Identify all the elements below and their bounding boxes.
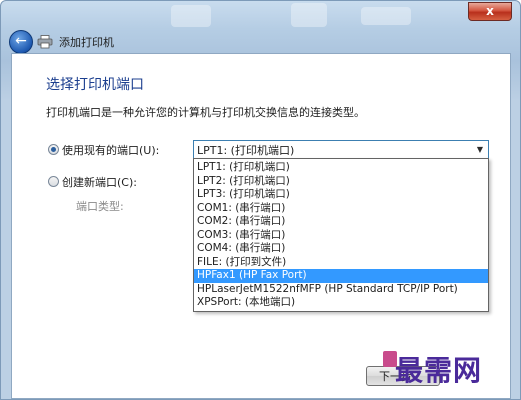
port-list-item[interactable]: COM2: (串行端口) [194, 215, 488, 229]
port-list-item[interactable]: FILE: (打印到文件) [194, 256, 488, 270]
window-title: 添加打印机 [59, 36, 114, 49]
chevron-down-icon[interactable]: ▼ [472, 141, 488, 158]
use-existing-port-label[interactable]: 使用现有的端口(U): [62, 142, 159, 158]
port-list-item[interactable]: LPT2: (打印机端口) [194, 175, 488, 189]
watermark: 最需网 [395, 354, 483, 387]
radio-selected-dot [51, 147, 56, 152]
port-list-item[interactable]: HPLaserJetM1522nfMFP (HP Standard TCP/IP… [194, 283, 488, 297]
use-existing-port-radio[interactable] [48, 144, 59, 155]
port-list-item[interactable]: COM4: (串行端口) [194, 242, 488, 256]
back-arrow-icon: ← [15, 33, 27, 49]
page-title: 选择打印机端口 [46, 77, 144, 93]
port-list-item[interactable]: HPFax1 (HP Fax Port) [194, 269, 488, 283]
close-button[interactable]: x [468, 2, 512, 21]
port-select[interactable]: LPT1: (打印机端口) ▼ [193, 140, 489, 159]
create-new-port-radio[interactable] [48, 176, 59, 187]
port-type-label: 端口类型: [76, 200, 124, 213]
create-new-port-label[interactable]: 创建新端口(C): [62, 174, 137, 190]
printer-icon [37, 35, 53, 49]
page-description: 打印机端口是一种允许您的计算机与打印机交换信息的连接类型。 [46, 106, 365, 119]
port-list-item[interactable]: LPT1: (打印机端口) [194, 161, 488, 175]
wizard-content: 选择打印机端口 打印机端口是一种允许您的计算机与打印机交换信息的连接类型。 使用… [11, 53, 511, 399]
add-printer-window: x ← 添加打印机 选择打印机端口 打印机端口是一种允许您的计算机与打印机交换信… [0, 0, 521, 400]
port-list-item[interactable]: XPSPort: (本地端口) [194, 296, 488, 310]
port-select-value: LPT1: (打印机端口) [197, 144, 295, 157]
port-list-item[interactable]: COM1: (串行端口) [194, 202, 488, 216]
port-dropdown-list: LPT1: (打印机端口) LPT2: (打印机端口) LPT3: (打印机端口) C… [193, 158, 489, 312]
back-button[interactable]: ← [9, 30, 33, 54]
port-list-item[interactable]: COM3: (串行端口) [194, 229, 488, 243]
port-list-item[interactable]: LPT3: (打印机端口) [194, 188, 488, 202]
